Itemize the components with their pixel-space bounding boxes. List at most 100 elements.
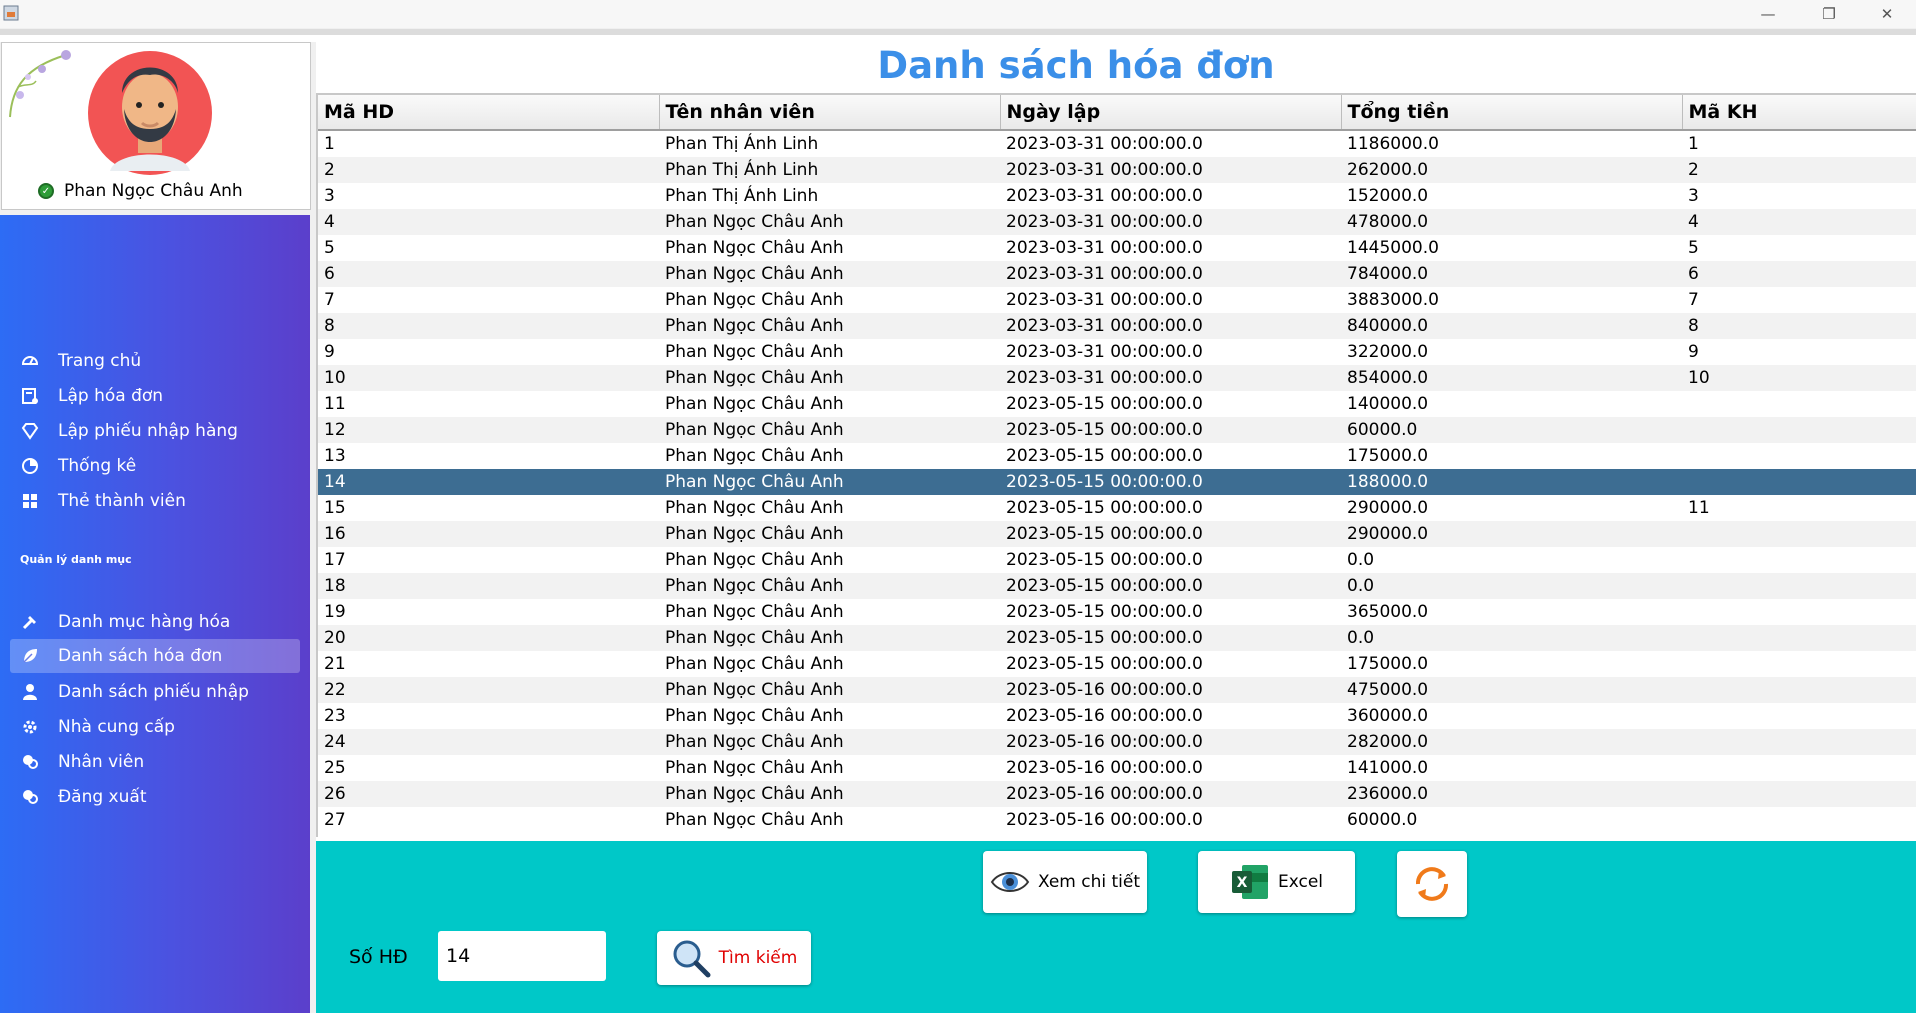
table-row[interactable]: 6 Phan Ngọc Châu Anh 2023-03-31 00:00:00.0… <box>318 261 1916 287</box>
table-cell: 2023-05-15 00:00:00.0 <box>1006 394 1203 414</box>
table-cell: Phan Ngọc Châu Anh <box>659 781 1000 807</box>
table-cell: Phan Ngọc Châu Anh <box>659 521 1000 547</box>
table-cell: 784000.0 <box>1341 261 1682 287</box>
table-cell: 2023-05-16 00:00:00.0 <box>1006 758 1203 778</box>
table-cell: 18 <box>318 573 659 599</box>
user-status: ✓ Phan Ngọc Châu Anh <box>38 181 243 201</box>
restore-button[interactable]: ❐ <box>1800 0 1858 28</box>
table-cell: Phan Ngọc Châu Anh <box>665 342 844 362</box>
excel-button[interactable]: X Excel <box>1198 851 1355 913</box>
search-label: Số HĐ <box>349 946 408 968</box>
table-row[interactable]: 2 Phan Thị Ánh Linh 2023-03-31 00:00:00.0 2… <box>318 157 1916 183</box>
sidebar-item-nha-cung-cap[interactable]: Nhà cung cấp <box>10 710 300 744</box>
table-row[interactable]: 8 Phan Ngọc Châu Anh 2023-03-31 00:00:00.0… <box>318 313 1916 339</box>
table-row[interactable]: 24 Phan Ngọc Châu Anh 2023-05-16 00:00:00.… <box>318 729 1916 755</box>
view-detail-button[interactable]: Xem chi tiết <box>983 851 1147 913</box>
table-cell <box>1682 573 1916 599</box>
table-row[interactable]: 12 Phan Ngọc Châu Anh 2023-05-15 00:00:00.… <box>318 417 1916 443</box>
table-cell: 2023-05-15 00:00:00.0 <box>1006 498 1203 518</box>
pie-chart-icon <box>20 456 40 476</box>
profile-card: ✓ Phan Ngọc Châu Anh <box>1 42 311 210</box>
table-row[interactable]: 26 Phan Ngọc Châu Anh 2023-05-16 00:00:00.… <box>318 781 1916 807</box>
sidebar-item-thong-ke[interactable]: Thống kê <box>10 449 300 483</box>
table-row[interactable]: 1 Phan Thị Ánh Linh 2023-03-31 00:00:00.0 1… <box>318 130 1916 157</box>
table-cell: 2023-03-31 00:00:00.0 <box>1000 365 1341 391</box>
sidebar-item-nhan-vien[interactable]: Nhân viên <box>10 745 300 779</box>
table-cell: 16 <box>318 521 659 547</box>
table-row[interactable]: 11 Phan Ngọc Châu Anh 2023-05-15 00:00:00.… <box>318 391 1916 417</box>
sidebar-item-label: Trang chủ <box>58 351 142 371</box>
column-header-ten-nhan-vien[interactable]: Tên nhân viên <box>659 95 1001 131</box>
table-cell: 282000.0 <box>1341 729 1682 755</box>
online-check-icon: ✓ <box>38 183 54 199</box>
table-cell <box>1682 469 1916 495</box>
invoice-table[interactable]: Mã HD Tên nhân viên Ngày lập Tổng tiền M… <box>316 93 1916 837</box>
table-cell: 2023-05-16 00:00:00.0 <box>1000 781 1341 807</box>
table-cell: 27 <box>324 810 346 830</box>
table-row[interactable]: 18 Phan Ngọc Châu Anh 2023-05-15 00:00:00.… <box>318 573 1916 599</box>
table-row[interactable]: 15 Phan Ngọc Châu Anh 2023-05-15 00:00:00.… <box>318 495 1916 521</box>
table-cell: 20 <box>318 625 659 651</box>
sidebar-item-lap-hoa-don[interactable]: Lập hóa đơn <box>10 379 300 413</box>
sidebar-item-label: Danh sách phiếu nhập <box>58 682 249 702</box>
invoice-icon <box>20 386 40 406</box>
minimize-button[interactable]: — <box>1739 0 1797 28</box>
table-cell: Phan Ngọc Châu Anh <box>659 209 1000 235</box>
table-row[interactable]: 10 Phan Ngọc Châu Anh 2023-03-31 00:00:00.… <box>318 365 1916 391</box>
table-cell: 322000.0 <box>1347 342 1429 362</box>
refresh-button[interactable] <box>1397 851 1467 917</box>
table-cell: 2023-05-15 00:00:00.0 <box>1006 602 1203 622</box>
table-cell: Phan Ngọc Châu Anh <box>665 654 844 674</box>
table-row[interactable]: 3 Phan Thị Ánh Linh 2023-03-31 00:00:00.0 1… <box>318 183 1916 209</box>
sidebar-item-trang-chu[interactable]: Trang chủ <box>10 344 300 378</box>
table-cell: 60000.0 <box>1341 417 1682 443</box>
table-row[interactable]: 23 Phan Ngọc Châu Anh 2023-05-16 00:00:00.… <box>318 703 1916 729</box>
sidebar-item-danh-sach-hoa-don[interactable]: Danh sách hóa đơn <box>10 639 300 673</box>
table-row[interactable]: 22 Phan Ngọc Châu Anh 2023-05-16 00:00:00.… <box>318 677 1916 703</box>
table-cell: 1 <box>324 134 335 154</box>
column-header-tong-tien[interactable]: Tổng tiền <box>1341 95 1683 131</box>
table-cell: 2023-03-31 00:00:00.0 <box>1006 134 1203 154</box>
table-row[interactable]: 21 Phan Ngọc Châu Anh 2023-05-15 00:00:00.… <box>318 651 1916 677</box>
column-header-ma-kh[interactable]: Mã KH <box>1682 95 1916 131</box>
table-cell: Phan Ngọc Châu Anh <box>659 625 1000 651</box>
sidebar-item-the-thanh-vien[interactable]: Thẻ thành viên <box>10 484 300 518</box>
table-row[interactable]: 20 Phan Ngọc Châu Anh 2023-05-15 00:00:00.… <box>318 625 1916 651</box>
search-button[interactable]: Tìm kiếm <box>657 931 811 985</box>
table-row[interactable]: 17 Phan Ngọc Châu Anh 2023-05-15 00:00:00.… <box>318 547 1916 573</box>
table-cell: 2023-05-15 00:00:00.0 <box>1000 417 1341 443</box>
page-title: Danh sách hóa đơn <box>877 44 1275 87</box>
table-row[interactable]: 19 Phan Ngọc Châu Anh 2023-05-15 00:00:00.… <box>318 599 1916 625</box>
sidebar-item-lap-phieu-nhap-hang[interactable]: Lập phiếu nhập hàng <box>10 414 300 448</box>
sidebar-item-danh-sach-phieu-nhap[interactable]: Danh sách phiếu nhập <box>10 675 300 709</box>
table-cell: 24 <box>318 729 659 755</box>
table-row[interactable]: 7 Phan Ngọc Châu Anh 2023-03-31 00:00:00.0… <box>318 287 1916 313</box>
table-row[interactable]: 4 Phan Ngọc Châu Anh 2023-03-31 00:00:00.0… <box>318 209 1916 235</box>
table-cell <box>1682 417 1916 443</box>
magnifier-icon <box>673 940 711 978</box>
table-row[interactable]: 9 Phan Ngọc Châu Anh 2023-03-31 00:00:00.0… <box>318 339 1916 365</box>
table-cell: 14 <box>318 469 659 495</box>
sidebar-item-label: Danh mục hàng hóa <box>58 612 231 632</box>
table-cell <box>1682 547 1916 573</box>
column-header-ma-hd[interactable]: Mã HD <box>318 95 660 131</box>
table-cell: 9 <box>1688 342 1699 362</box>
table-cell: 2023-03-31 00:00:00.0 <box>1006 342 1203 362</box>
close-button[interactable]: ✕ <box>1858 0 1916 28</box>
column-header-ngay-lap[interactable]: Ngày lập <box>1000 95 1342 131</box>
gear-icon <box>20 717 40 737</box>
table-cell: 854000.0 <box>1341 365 1682 391</box>
sidebar-item-danh-muc-hang-hoa[interactable]: Danh mục hàng hóa <box>10 605 300 639</box>
table-cell: 6 <box>318 261 659 287</box>
table-row[interactable]: 13 Phan Ngọc Châu Anh 2023-05-15 00:00:00.… <box>318 443 1916 469</box>
table-cell: 11 <box>1688 498 1710 518</box>
table-row[interactable]: 5 Phan Ngọc Châu Anh 2023-03-31 00:00:00.0… <box>318 235 1916 261</box>
table-cell: Phan Ngọc Châu Anh <box>665 238 844 258</box>
table-row[interactable]: 27 Phan Ngọc Châu Anh 2023-05-16 00:00:00.… <box>318 807 1916 833</box>
table-row[interactable]: 16 Phan Ngọc Châu Anh 2023-05-15 00:00:00.… <box>318 521 1916 547</box>
sidebar-item-dang-xuat[interactable]: Đăng xuất <box>10 780 300 814</box>
table-row[interactable]: 25 Phan Ngọc Châu Anh 2023-05-16 00:00:00.… <box>318 755 1916 781</box>
table-cell: 290000.0 <box>1341 521 1682 547</box>
invoice-number-input[interactable] <box>438 931 606 981</box>
table-row[interactable]: 14 Phan Ngọc Châu Anh 2023-05-15 00:00:00.… <box>318 469 1916 495</box>
